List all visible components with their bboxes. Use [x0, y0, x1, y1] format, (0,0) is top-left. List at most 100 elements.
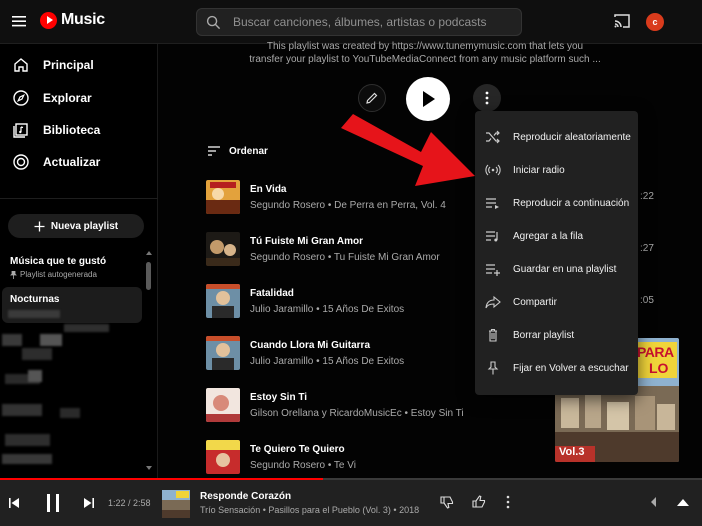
menu-item-delete-playlist[interactable]: Borrar playlist — [475, 319, 638, 351]
volume-arrow-icon[interactable] — [650, 497, 657, 507]
hamburger-menu-icon[interactable] — [10, 12, 28, 30]
blurred-playlist-placeholder — [2, 334, 22, 346]
sidebar-item-label: Actualizar — [43, 155, 101, 169]
track-thumbnail — [206, 440, 240, 474]
next-icon[interactable] — [83, 497, 95, 509]
track-thumbnail — [206, 180, 240, 214]
search-box[interactable] — [196, 8, 522, 36]
youtube-music-logo-icon — [40, 11, 57, 29]
compass-icon — [13, 90, 29, 106]
sidebar-item-principal[interactable]: Principal — [0, 50, 158, 80]
playlist-item-title[interactable]: Música que te gustó — [10, 256, 106, 267]
progress-track[interactable] — [0, 478, 702, 480]
top-bar: Music c — [0, 0, 702, 44]
track-title[interactable]: Fatalidad — [250, 288, 294, 299]
scroll-down-arrow-icon[interactable] — [146, 466, 152, 470]
track-title[interactable]: Estoy Sin Ti — [250, 392, 307, 403]
new-playlist-label: Nueva playlist — [50, 220, 119, 232]
sidebar-item-label: Explorar — [43, 91, 92, 105]
sort-label: Ordenar — [229, 145, 268, 157]
track-subtitle: Julio Jaramillo • 15 Años De Exitos — [250, 356, 405, 367]
track-thumbnail — [206, 336, 240, 370]
track-duration: :27 — [640, 243, 654, 254]
like-icon[interactable] — [472, 495, 486, 509]
menu-item-shuffle[interactable]: Reproducir aleatoriamente — [475, 121, 638, 153]
track-thumbnail — [206, 388, 240, 422]
cover-text-top: PARA — [637, 344, 674, 360]
now-playing-title[interactable]: Responde Corazón — [200, 491, 291, 502]
blurred-playlist-placeholder — [8, 310, 60, 318]
blurred-playlist-placeholder — [22, 348, 52, 360]
menu-item-play-next[interactable]: Reproducir a continuación — [475, 187, 638, 219]
app-logo[interactable]: Music — [40, 11, 105, 29]
sidebar-item-biblioteca[interactable]: Biblioteca — [0, 115, 158, 145]
red-arrow-annotation-icon — [341, 114, 475, 186]
sidebar-scrollbar[interactable] — [146, 262, 151, 290]
search-input[interactable] — [233, 13, 513, 31]
track-subtitle: Segundo Rosero • De Perra en Perra, Vol.… — [250, 200, 446, 211]
track-subtitle: Julio Jaramillo • 15 Años De Exitos — [250, 304, 405, 315]
cast-icon[interactable] — [613, 13, 631, 29]
trash-icon — [489, 328, 497, 342]
plus-icon — [34, 221, 45, 231]
share-icon — [485, 295, 501, 309]
playlist-item-title[interactable]: Nocturnas — [10, 294, 59, 305]
app-title: Music — [61, 11, 105, 28]
track-title[interactable]: Cuando Llora Mi Guitarra — [250, 340, 370, 351]
blurred-playlist-placeholder — [40, 334, 62, 346]
pin-icon — [487, 361, 499, 375]
blurred-playlist-placeholder — [28, 370, 42, 382]
search-icon — [206, 15, 221, 30]
playback-time: 1:22 / 2:58 — [108, 498, 151, 508]
track-thumbnail — [206, 232, 240, 266]
new-playlist-button[interactable]: Nueva playlist — [8, 214, 144, 238]
sidebar-item-explorar[interactable]: Explorar — [0, 83, 158, 113]
sidebar: Principal Explorar Biblioteca Actualizar… — [0, 44, 158, 478]
home-icon — [14, 58, 28, 72]
playlist-description: This playlist was created by https://www… — [249, 41, 601, 65]
now-playing-thumbnail — [162, 490, 190, 518]
track-duration: :05 — [640, 295, 654, 306]
track-subtitle: Gilson Orellana y RicardoMusicEc • Estoy… — [250, 408, 464, 419]
sort-icon — [208, 146, 220, 156]
save-to-playlist-icon — [486, 264, 500, 276]
blurred-playlist-placeholder — [2, 404, 42, 416]
now-playing-subtitle[interactable]: Trío Sensación • Pasillos para el Pueblo… — [200, 505, 419, 515]
menu-item-pin[interactable]: Fijar en Volver a escuchar — [475, 352, 638, 384]
avatar[interactable]: c — [646, 13, 664, 31]
blurred-playlist-placeholder — [64, 324, 109, 332]
sidebar-item-actualizar[interactable]: Actualizar — [0, 147, 158, 177]
sidebar-item-label: Biblioteca — [43, 123, 101, 137]
progress-fill — [0, 478, 323, 480]
sort-button[interactable]: Ordenar — [207, 145, 268, 157]
cover-text-mid: LO — [649, 360, 669, 376]
track-title[interactable]: En Vida — [250, 184, 287, 195]
menu-item-save-to-playlist[interactable]: Guardar en una playlist — [475, 253, 638, 285]
pin-icon — [10, 270, 17, 279]
cover-text-bottom: Vol.3 — [559, 446, 585, 458]
shuffle-icon — [486, 130, 500, 144]
expand-player-icon[interactable] — [677, 498, 689, 506]
menu-item-start-radio[interactable]: Iniciar radio — [475, 154, 638, 186]
library-icon — [13, 123, 28, 138]
add-to-queue-icon — [486, 231, 498, 242]
track-subtitle: Segundo Rosero • Tu Fuiste Mi Gran Amor — [250, 252, 440, 263]
radio-icon — [485, 164, 501, 176]
track-title[interactable]: Te Quiero Te Quiero — [250, 444, 345, 455]
menu-item-share[interactable]: Compartir — [475, 286, 638, 318]
upgrade-icon — [13, 154, 29, 170]
track-thumbnail — [206, 284, 240, 318]
playlist-context-menu: Reproducir aleatoriamente Iniciar radio … — [475, 111, 638, 395]
playlist-item-subtitle: Playlist autogenerada — [10, 270, 97, 279]
menu-item-add-to-queue[interactable]: Agregar a la fila — [475, 220, 638, 252]
previous-icon[interactable] — [8, 497, 20, 509]
track-row[interactable]: Estoy Sin Ti Gilson Orellana y RicardoMu… — [206, 388, 536, 438]
more-vertical-icon — [485, 91, 489, 105]
more-vertical-icon[interactable] — [506, 495, 510, 509]
scroll-up-arrow-icon[interactable] — [146, 251, 152, 255]
play-next-icon — [486, 198, 499, 209]
dislike-icon[interactable] — [440, 495, 454, 509]
sidebar-divider — [0, 198, 158, 199]
pause-icon[interactable] — [44, 493, 62, 513]
track-title[interactable]: Tú Fuiste Mi Gran Amor — [250, 236, 363, 247]
